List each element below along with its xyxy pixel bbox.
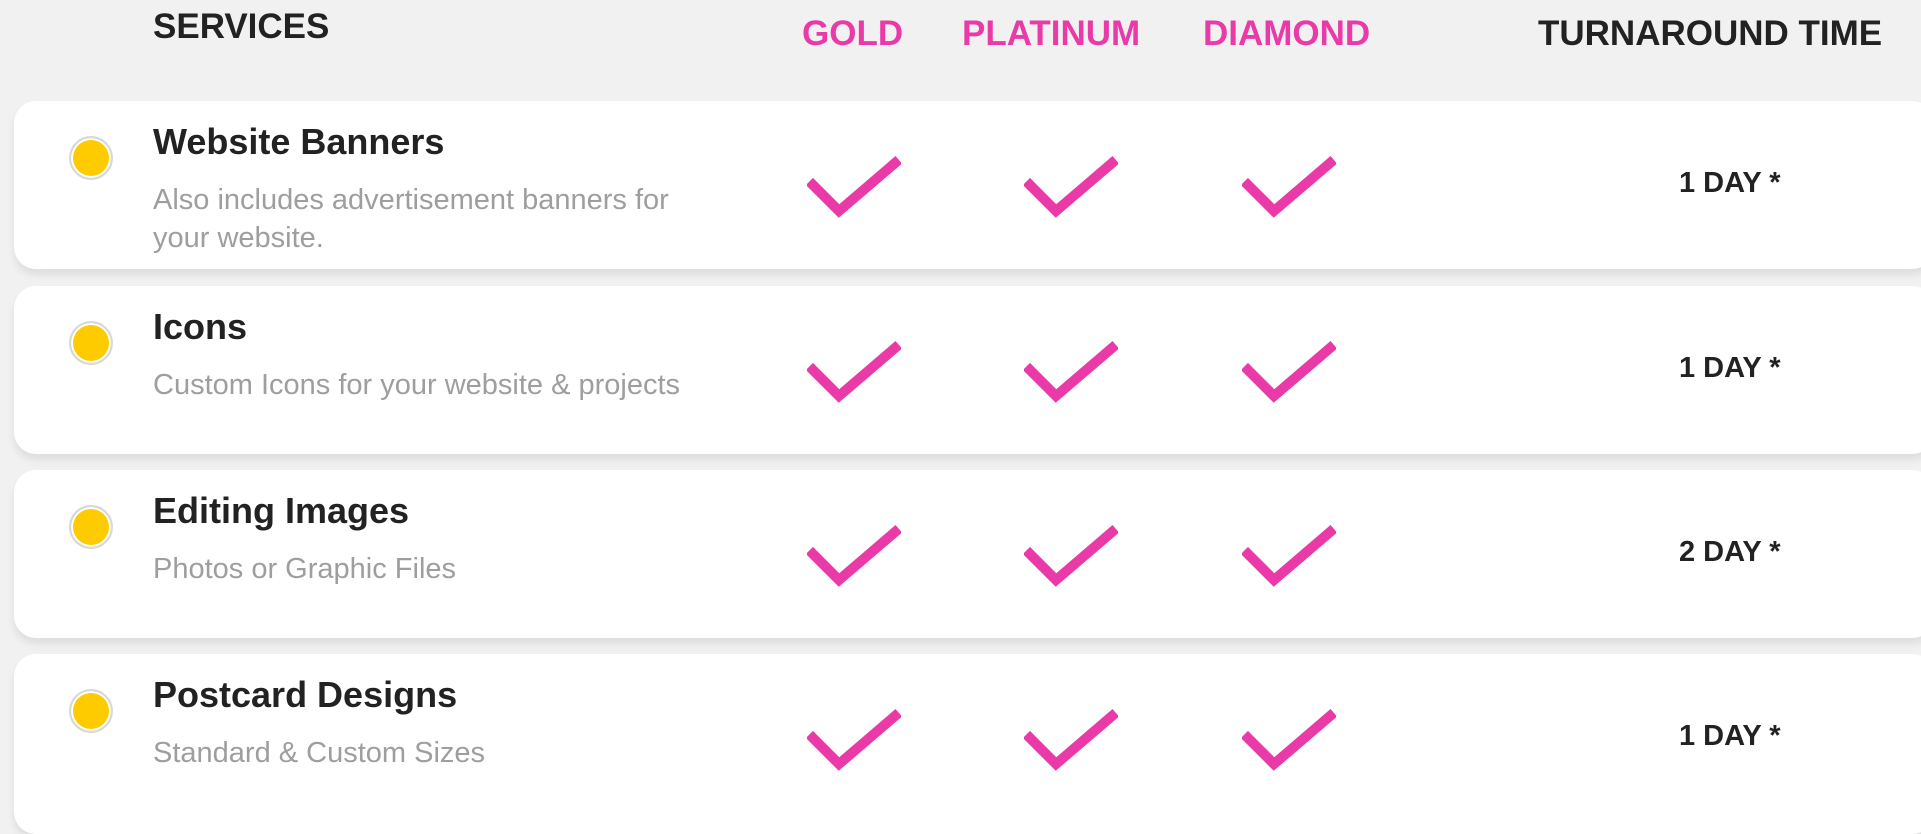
check-icon	[1024, 153, 1118, 221]
service-row: Postcard Designs Standard & Custom Sizes…	[14, 654, 1921, 834]
bullet-icon	[69, 321, 113, 365]
check-icon	[807, 522, 901, 590]
check-icon	[1242, 522, 1336, 590]
turnaround-value: 1 DAY *	[1679, 167, 1781, 199]
check-icon	[807, 338, 901, 406]
check-icon	[807, 153, 901, 221]
turnaround-value: 2 DAY *	[1679, 536, 1781, 568]
turnaround-value: 1 DAY *	[1679, 720, 1781, 752]
check-icon	[1024, 706, 1118, 774]
turnaround-value: 1 DAY *	[1679, 352, 1781, 384]
check-icon	[807, 706, 901, 774]
service-title: Editing Images	[153, 490, 410, 531]
service-title: Website Banners	[153, 121, 445, 162]
service-row: Website Banners Also includes advertisem…	[14, 101, 1921, 269]
check-icon	[1242, 706, 1336, 774]
bullet-icon	[69, 689, 113, 733]
service-description: Custom Icons for your website & projects	[153, 369, 681, 401]
check-icon	[1024, 522, 1118, 590]
service-row: Editing Images Photos or Graphic Files 2…	[14, 470, 1921, 638]
bullet-icon	[69, 505, 113, 549]
service-description: Standard & Custom Sizes	[153, 737, 486, 769]
bullet-icon	[69, 136, 113, 180]
service-title: Icons	[153, 306, 248, 347]
check-icon	[1024, 338, 1118, 406]
service-description: Photos or Graphic Files	[153, 553, 457, 585]
service-description: Also includes advertisement banners for …	[153, 184, 669, 254]
service-title: Postcard Designs	[153, 674, 458, 715]
check-icon	[1242, 153, 1336, 221]
check-icon	[1242, 338, 1336, 406]
service-row: Icons Custom Icons for your website & pr…	[14, 286, 1921, 454]
services-table: Website Banners Also includes advertisem…	[0, 0, 1921, 834]
